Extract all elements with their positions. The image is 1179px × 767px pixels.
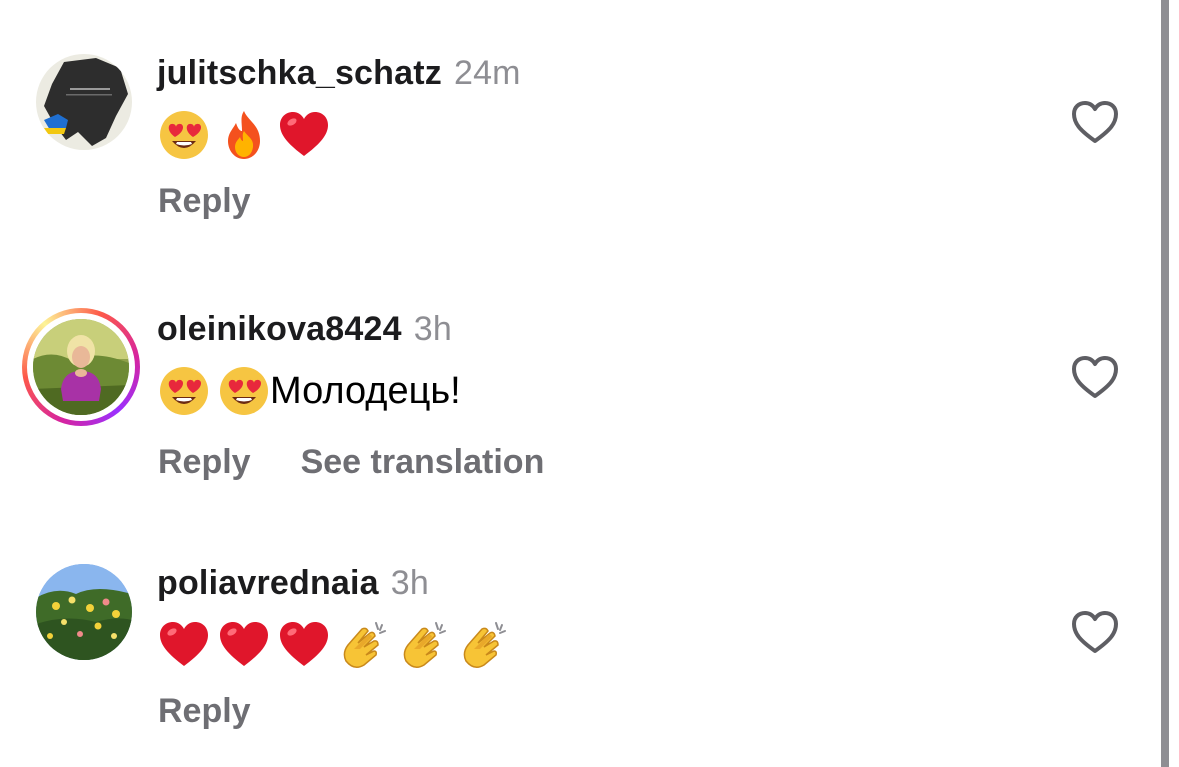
comment-item: poliavrednaia 3h Reply bbox=[0, 0, 1150, 767]
scrollbar[interactable] bbox=[1161, 0, 1169, 767]
comment-text bbox=[158, 618, 510, 668]
avatar[interactable] bbox=[36, 564, 132, 660]
clapping-hands-emoji bbox=[403, 621, 446, 668]
comments-screen: julitschka_schatz 24m Reply oleinikova84… bbox=[0, 0, 1179, 767]
comment-time: 3h bbox=[390, 564, 430, 602]
comment-username[interactable]: poliavrednaia 3h bbox=[157, 564, 429, 603]
clapping-hands-emoji bbox=[343, 621, 386, 668]
red-heart-emoji bbox=[280, 621, 328, 666]
username-text[interactable]: poliavrednaia bbox=[157, 564, 379, 602]
reply-button[interactable]: Reply bbox=[158, 692, 251, 731]
red-heart-emoji bbox=[220, 621, 268, 666]
comment-actions: Reply bbox=[158, 692, 301, 731]
red-heart-emoji bbox=[160, 621, 208, 666]
clapping-hands-emoji bbox=[463, 621, 506, 668]
like-heart-icon[interactable] bbox=[1071, 610, 1119, 654]
